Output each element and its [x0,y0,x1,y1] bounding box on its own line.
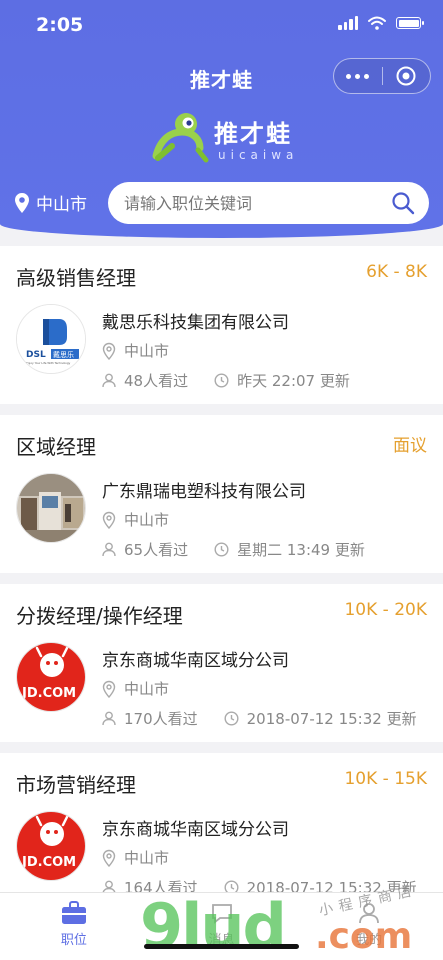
target-close-icon [396,66,416,86]
person-icon [102,542,116,557]
job-card[interactable]: 区域经理 面议 广东鼎瑞电塑科技有限公司 中山市 65人看过 星期二 13:49… [0,415,443,573]
header: 2:05 推才蛙 推才蛙 uicaiwa 中山市 请输入职位关键词 [0,0,443,238]
view-count: 48人看过 [124,372,189,390]
updated-time: 2018-07-12 15:32 更新 [246,710,417,728]
tab-bar: 职位 消息 我的 [0,892,443,960]
location-selector[interactable]: 中山市 [14,190,87,215]
company-logo-jd: JD.COM [16,811,86,881]
jd-logo-text: JD.COM [21,855,76,870]
job-title: 高级销售经理 [16,266,136,290]
tab-jobs[interactable]: 职位 [0,893,148,960]
location-city: 中山市 [36,195,87,215]
job-location: 中山市 [102,678,169,699]
jd-logo-text: JD.COM [21,686,76,701]
job-location-text: 中山市 [124,511,170,529]
company-name: 广东鼎瑞电塑科技有限公司 [102,482,306,502]
logo-title: 推才蛙 [214,120,292,148]
job-location: 中山市 [102,340,169,361]
briefcase-icon [61,901,86,924]
status-icons [338,16,424,30]
search-box[interactable] [108,182,429,224]
clock-icon [224,711,239,726]
clock-icon [214,542,229,557]
company-name: 京东商城华南区域分公司 [102,820,289,840]
updated-time: 星期二 13:49 更新 [237,541,365,559]
location-outline-icon [102,511,116,529]
miniprogram-capsule [333,58,431,94]
battery-icon [396,17,424,29]
company-name: 戴思乐科技集团有限公司 [102,313,289,333]
clock-icon [214,373,229,388]
search-icon[interactable] [391,191,415,215]
salary: 10K - 20K [344,600,427,620]
more-button[interactable] [334,59,382,93]
company-logo-jd: JD.COM [16,642,86,712]
close-miniprogram-button[interactable] [382,59,430,93]
view-count: 65人看过 [124,541,189,559]
location-outline-icon [102,342,116,360]
tab-profile-label: 我的 [356,933,383,948]
job-card[interactable]: 分拨经理/操作经理 10K - 20K JD.COM 京东商城华南区域分公司 中… [0,584,443,742]
job-stats: 48人看过 昨天 22:07 更新 [102,370,350,391]
signal-icon [338,16,358,30]
person-icon [102,373,116,388]
salary: 6K - 8K [366,262,427,282]
job-card[interactable]: 高级销售经理 6K - 8K DSL 戴思乐 Enjoy Your Life W… [0,246,443,404]
view-count: 170人看过 [124,710,198,728]
updated-time: 昨天 22:07 更新 [237,372,350,390]
salary: 面议 [393,436,427,456]
job-list: 高级销售经理 6K - 8K DSL 戴思乐 Enjoy Your Life W… [0,246,443,922]
company-logo-photo [16,473,86,543]
frog-mascot-icon [152,113,209,163]
salary: 10K - 15K [344,769,427,789]
message-icon [211,904,232,924]
job-location-text: 中山市 [124,680,170,698]
job-card[interactable]: 市场营销经理 10K - 15K JD.COM 京东商城华南区域分公司 中山市 … [0,753,443,911]
person-icon [102,711,116,726]
dsl-logo-text: DSL [26,350,46,360]
logo-subtitle: uicaiwa [218,148,299,162]
user-icon [359,903,380,924]
job-location-text: 中山市 [124,849,170,867]
dsl-logo-slogan: Enjoy Your Life With Technology [26,361,71,365]
tab-profile[interactable]: 我的 [295,893,443,960]
wifi-icon [368,16,386,30]
location-outline-icon [102,680,116,698]
job-title: 区域经理 [16,435,96,459]
home-indicator [144,944,299,949]
more-dots-icon [346,73,352,79]
company-logo-dsl: DSL 戴思乐 Enjoy Your Life With Technology [16,304,86,374]
brand-logo: 推才蛙 uicaiwa [150,106,300,166]
location-outline-icon [102,849,116,867]
dsl-logo-cn: 戴思乐 [53,350,74,359]
job-stats: 65人看过 星期二 13:49 更新 [102,539,365,560]
tab-messages[interactable]: 消息 [148,893,296,960]
job-title: 分拨经理/操作经理 [16,604,183,628]
job-location-text: 中山市 [124,342,170,360]
location-pin-icon [15,192,29,213]
status-bar: 2:05 [0,0,443,52]
job-location: 中山市 [102,847,169,868]
status-time: 2:05 [36,14,84,36]
job-title: 市场营销经理 [16,773,136,797]
job-location: 中山市 [102,509,169,530]
job-stats: 170人看过 2018-07-12 15:32 更新 [102,708,417,729]
search-input[interactable] [124,182,384,224]
company-name: 京东商城华南区域分公司 [102,651,289,671]
tab-jobs-label: 职位 [60,933,87,948]
